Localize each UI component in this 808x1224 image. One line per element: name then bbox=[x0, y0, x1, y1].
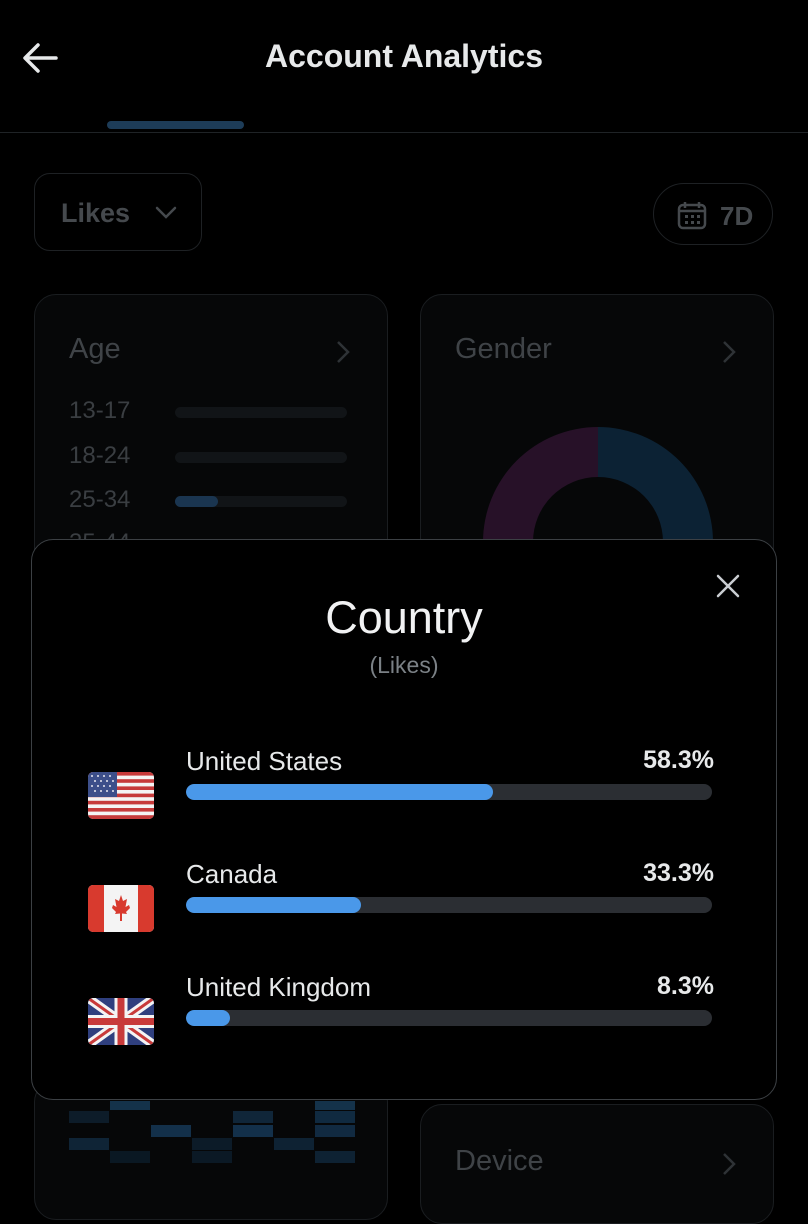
metric-dropdown-label: Likes bbox=[61, 198, 131, 228]
period-selector[interactable]: 7D bbox=[653, 183, 773, 245]
country-bar-track bbox=[186, 1010, 712, 1026]
country-percent: 8.3% bbox=[657, 972, 714, 1000]
country-name: Canada bbox=[186, 859, 278, 889]
metric-dropdown[interactable]: Likes bbox=[34, 173, 202, 251]
country-row: Canada 33.3% bbox=[32, 859, 778, 949]
us-flag-icon bbox=[88, 772, 154, 819]
tab-indicator bbox=[107, 121, 244, 129]
age-card-title: Age bbox=[69, 333, 121, 365]
heatmap-chart bbox=[69, 1101, 355, 1163]
country-bar-fill bbox=[186, 897, 362, 913]
activity-card[interactable] bbox=[34, 1080, 388, 1220]
calendar-icon bbox=[677, 202, 707, 230]
device-card[interactable]: Device bbox=[420, 1104, 774, 1224]
age-row-label: 13-17 bbox=[69, 397, 131, 424]
country-bar-fill bbox=[186, 1010, 230, 1026]
country-bar-fill bbox=[186, 784, 493, 800]
country-bar-track bbox=[186, 897, 712, 913]
country-percent: 33.3% bbox=[643, 859, 714, 887]
chevron-right-icon bbox=[337, 341, 350, 363]
chevron-right-icon bbox=[723, 1153, 736, 1175]
age-row-label: 25-34 bbox=[69, 486, 131, 513]
page-title: Account Analytics bbox=[265, 38, 543, 74]
gender-card-title: Gender bbox=[455, 333, 552, 365]
country-bar-track bbox=[186, 784, 712, 800]
app-header: Account Analytics bbox=[0, 0, 808, 133]
country-row: United States 58.3% bbox=[32, 746, 778, 836]
device-card-title: Device bbox=[455, 1145, 544, 1177]
age-row-label: 18-24 bbox=[69, 442, 131, 469]
canada-flag-icon bbox=[88, 885, 154, 932]
country-row: United Kingdom 8.3% bbox=[32, 972, 778, 1062]
age-bar-track bbox=[175, 496, 347, 507]
uk-flag-icon bbox=[88, 998, 154, 1045]
modal-subtitle: (Likes) bbox=[369, 652, 439, 678]
age-bar-fill bbox=[175, 496, 218, 507]
country-name: United States bbox=[186, 746, 343, 776]
modal-title: Country bbox=[325, 592, 483, 643]
chevron-right-icon bbox=[723, 341, 736, 363]
country-name: United Kingdom bbox=[186, 972, 371, 1002]
country-percent: 58.3% bbox=[643, 746, 714, 774]
age-bar-track bbox=[175, 407, 347, 418]
period-label: 7D bbox=[720, 201, 754, 231]
country-modal: Country (Likes) United States 58.3% Cana… bbox=[31, 539, 777, 1100]
age-bar-track bbox=[175, 452, 347, 463]
chevron-down-icon bbox=[155, 206, 177, 219]
